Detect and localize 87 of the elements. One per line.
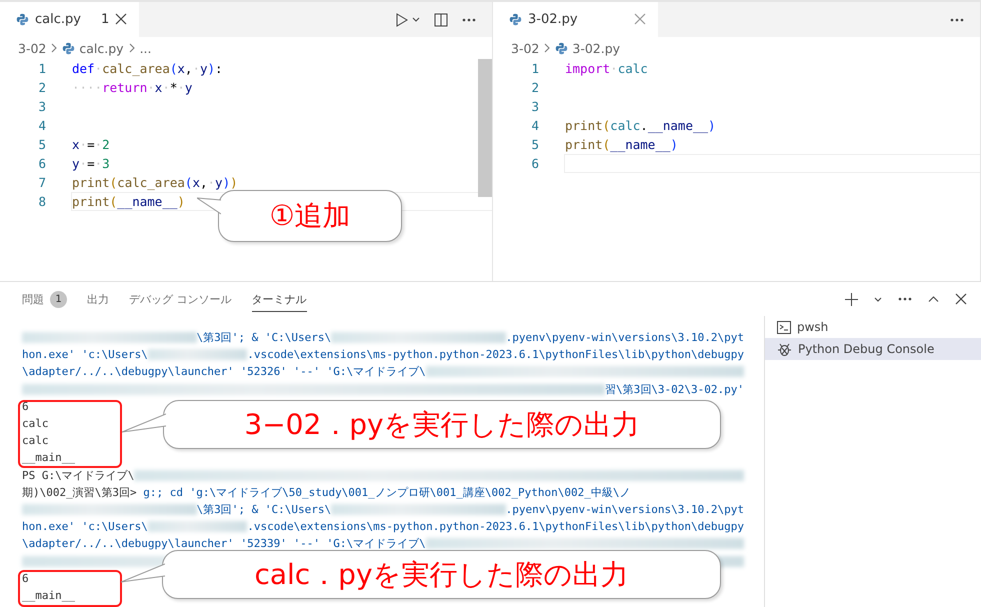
terminal-icon xyxy=(777,320,791,334)
line-number: 3 xyxy=(37,99,46,114)
more-icon[interactable] xyxy=(898,297,912,301)
terminal-text: calc xyxy=(22,417,48,430)
line-number: 3 xyxy=(530,99,539,114)
panel-tab-label: 問題 xyxy=(22,292,44,307)
panel-tab[interactable]: デバッグ コンソール xyxy=(129,286,232,312)
terminal-text: .vscode\extensions\ms-python.python-2023.6.1\pythonFiles\lib\python\debugpy xyxy=(247,348,744,362)
breadcrumb-item[interactable]: ... xyxy=(140,40,152,56)
chevron-right-icon xyxy=(50,43,58,53)
terminal-text: \第3回'; & 'C:\Users\ xyxy=(196,502,332,517)
more-icon[interactable] xyxy=(950,18,964,22)
add-icon[interactable] xyxy=(845,292,858,306)
callout: ①追加 xyxy=(218,190,402,242)
panel-tab-label: 出力 xyxy=(87,292,109,307)
terminal-text: .pyenv\pyenv-win\versions\3.10.2\pyt xyxy=(506,502,744,516)
terminal-name: Python Debug Console xyxy=(798,342,934,356)
code-line: y·=·3 xyxy=(71,155,111,173)
breadcrumb-item[interactable]: 3-02 xyxy=(511,40,540,56)
dropdown-caret-icon[interactable] xyxy=(874,296,882,302)
panel-tab[interactable]: ターミナル xyxy=(252,286,306,312)
code-line: x·=·2 xyxy=(71,136,111,154)
terminal-text: \第3回'; & 'C:\Users\ xyxy=(196,330,332,346)
code-line: print(__name__) xyxy=(564,136,679,154)
terminal-name: pwsh xyxy=(797,320,828,334)
terminal-text: PS G:\マイドライブ\ xyxy=(22,468,134,483)
terminal-text: __main__ xyxy=(22,588,75,602)
code-line: def·calc_area(x,·y): xyxy=(71,60,224,78)
terminal-text: 習\第3回\3-02\3-02.py' xyxy=(605,382,744,397)
editor-tab[interactable]: calc.py 1 xyxy=(0,2,140,37)
breadcrumb-item[interactable]: 3-02.py xyxy=(572,40,620,56)
terminal-list-item[interactable]: Python Debug Console xyxy=(765,338,981,360)
panel-tab[interactable]: 出力 xyxy=(87,286,109,312)
terminal-text: calc xyxy=(22,434,48,448)
close-icon[interactable] xyxy=(955,293,967,305)
run-icon[interactable] xyxy=(396,12,408,26)
problem-count-badge: 1 xyxy=(50,291,67,308)
terminal-text: 6 xyxy=(22,572,29,585)
callout: calc．pyを実行した際の出力 xyxy=(162,550,721,599)
terminal-text: .vscode\extensions\ms-python.python-2023.6.1\pythonFiles\lib\python\debugpy xyxy=(247,520,744,534)
line-number: 4 xyxy=(37,118,46,133)
python-file-icon xyxy=(509,13,522,26)
scrollbar[interactable] xyxy=(478,59,492,197)
python-file-icon xyxy=(62,42,76,54)
terminal-text: g:; cd 'g:\マイドライブ\50_study\001_ノンプロ研\001_講座\002_Python\002_中級\ノ xyxy=(143,484,630,500)
chevron-right-icon xyxy=(543,43,552,53)
panel-tab-label: ターミナル xyxy=(252,292,306,307)
terminal-text: \adapter/../..\debugpy\launcher' '52339' '--' 'G:\マイドライブ\ xyxy=(22,536,426,552)
line-number: 6 xyxy=(37,156,46,171)
line-number: 5 xyxy=(37,137,46,152)
code-line: print(calc_area(x,·y)) xyxy=(71,174,239,192)
code-line: ····return·x·*·y xyxy=(71,79,194,97)
dropdown-caret-icon[interactable] xyxy=(412,17,420,22)
terminal-text: 期)\002_演習\第3回> xyxy=(22,484,138,500)
close-icon[interactable] xyxy=(115,12,128,24)
terminal-text: __main__ xyxy=(22,451,75,464)
python-file-icon xyxy=(555,42,568,54)
line-number: 2 xyxy=(37,80,46,95)
line-number: 2 xyxy=(530,80,539,95)
line-number: 5 xyxy=(530,137,539,152)
problem-count: 1 xyxy=(100,12,110,27)
chevron-up-icon[interactable] xyxy=(928,296,939,302)
panel-tab-label: デバッグ コンソール xyxy=(129,292,232,307)
terminal-list-item[interactable]: pwsh xyxy=(765,316,981,338)
line-number: 8 xyxy=(37,194,46,209)
terminal-text: 6 xyxy=(22,400,29,413)
python-file-icon xyxy=(16,13,29,26)
chevron-right-icon xyxy=(128,43,136,53)
terminal-text: \adapter/../..\debugpy\launcher' '52326' '--' 'G:\マイドライブ\ xyxy=(22,364,426,380)
code-line: import·calc xyxy=(564,60,649,78)
line-number: 7 xyxy=(37,175,46,190)
code-line: print(calc.__name__) xyxy=(564,117,717,135)
terminal-text: .pyenv\pyenv-win\versions\3.10.2\pyt xyxy=(506,331,744,344)
breadcrumb-item[interactable]: calc.py xyxy=(79,40,124,56)
panel-tab[interactable]: 問題 1 xyxy=(22,285,67,313)
terminal-text: hon.exe' 'c:\Users\ xyxy=(22,348,148,362)
split-editor-icon[interactable] xyxy=(434,12,448,26)
terminal-text: hon.exe' 'c:\Users\ xyxy=(22,520,148,534)
line-number: 6 xyxy=(530,156,539,171)
line-number: 1 xyxy=(37,61,46,76)
bug-icon xyxy=(777,342,792,356)
line-number: 4 xyxy=(530,118,539,133)
breadcrumb-item[interactable]: 3-02 xyxy=(18,40,46,56)
line-number: 1 xyxy=(530,61,539,76)
more-icon[interactable] xyxy=(462,18,476,22)
callout: 3−02．pyを実行した際の出力 xyxy=(163,400,721,449)
editor-tab[interactable]: 3-02.py xyxy=(493,2,658,37)
